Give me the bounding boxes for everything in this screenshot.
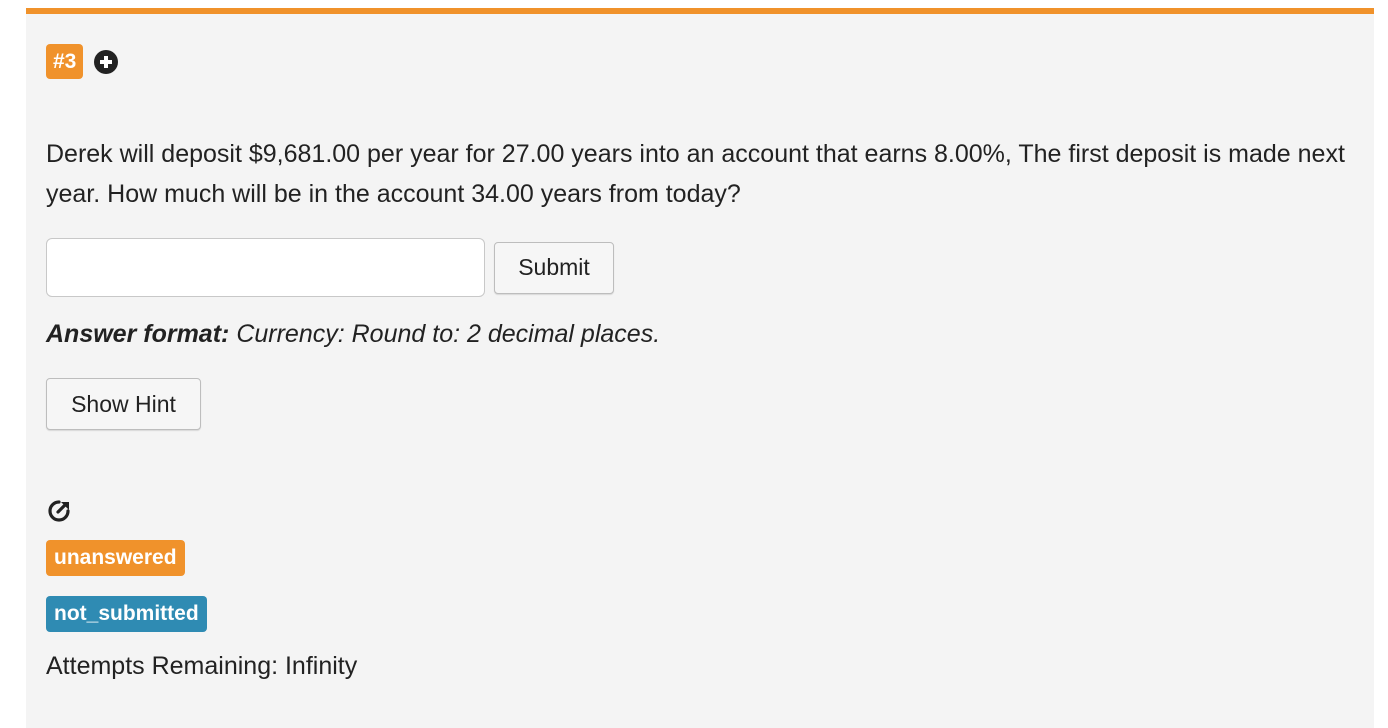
question-text: Derek will deposit $9,681.00 per year fo…	[46, 140, 1345, 208]
answer-input[interactable]	[46, 238, 485, 297]
plus-circle-icon[interactable]	[93, 49, 119, 75]
submit-button[interactable]: Submit	[494, 241, 614, 294]
unanswered-badge: unanswered	[46, 540, 185, 576]
question-header: #3	[46, 44, 119, 79]
answer-row: Submit	[46, 238, 614, 297]
answer-format-label: Answer format:	[46, 320, 230, 348]
question-number-badge: #3	[46, 44, 84, 79]
answer-format: Answer format: Currency: Round to: 2 dec…	[46, 320, 660, 349]
attempts-remaining: Attempts Remaining: Infinity	[46, 652, 358, 680]
show-hint-button[interactable]: Show Hint	[46, 378, 201, 430]
not-submitted-badge: not_submitted	[46, 596, 207, 632]
answer-format-value: Currency: Round to: 2 decimal places.	[229, 320, 661, 348]
question-panel: #3 Derek will deposit $9,681.00 per year…	[26, 8, 1374, 728]
share-icon[interactable]	[46, 498, 72, 524]
